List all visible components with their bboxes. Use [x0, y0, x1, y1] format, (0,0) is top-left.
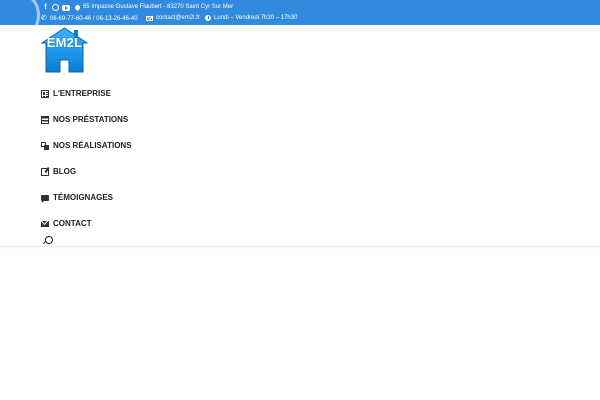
decorative-circle — [0, 0, 40, 40]
clock-icon — [205, 15, 211, 21]
edit-icon — [41, 167, 49, 176]
nav-item-temoignages[interactable]: TÉMOIGNAGES — [41, 193, 114, 203]
whatsapp-icon[interactable] — [52, 4, 59, 11]
phone-text[interactable]: 06-69-77-60-46 / 06-13-26-46-40 — [50, 16, 138, 22]
nav-label: TÉMOIGNAGES — [53, 193, 114, 202]
location-pin-icon — [73, 3, 82, 11]
site-logo[interactable]: EM2L — [40, 27, 89, 73]
nav-item-realisations[interactable]: NOS RÉALISATIONS — [41, 141, 132, 150]
house-logo-icon — [40, 27, 89, 73]
nav-label: NOS PRÉSTATIONS — [53, 115, 129, 124]
phone-info[interactable]: ✆ 06-69-77-60-46 / 06-13-26-46-40 — [41, 15, 138, 22]
nav-label: CONTACT — [53, 219, 92, 228]
search-icon[interactable] — [45, 236, 53, 244]
social-links: f — [42, 4, 70, 11]
email-text[interactable]: contact@em2l.fr — [156, 15, 200, 21]
comment-icon — [41, 194, 49, 203]
logo-text: EM2L — [46, 35, 83, 50]
hours-info: Lundi – Vendredi 7h30 – 17h30 — [205, 15, 297, 21]
header-divider — [0, 246, 600, 247]
mail-icon — [146, 15, 153, 21]
email-info[interactable]: contact@em2l.fr — [146, 15, 200, 21]
address-info: 65 Impasse Gustave Flaubert - 83270 Sain… — [73, 3, 234, 11]
page: f 65 Impasse Gustave Flaubert - 83270 Sa… — [0, 0, 600, 400]
images-icon — [41, 141, 49, 150]
nav-item-entreprise[interactable]: L'ENTREPRISE — [41, 89, 111, 98]
nav-label: L'ENTREPRISE — [53, 89, 111, 98]
nav-item-prestations[interactable]: NOS PRÉSTATIONS — [41, 115, 128, 124]
list-icon — [41, 115, 49, 124]
nav-label: BLOG — [53, 167, 77, 176]
nav-item-blog[interactable]: BLOG — [41, 167, 76, 176]
nav-item-contact[interactable]: CONTACT — [41, 219, 92, 228]
facebook-icon[interactable]: f — [42, 4, 49, 11]
youtube-icon[interactable] — [62, 4, 70, 11]
phone-icon: ✆ — [41, 15, 47, 22]
building-icon — [41, 89, 49, 98]
address-text: 65 Impasse Gustave Flaubert - 83270 Sain… — [83, 4, 234, 10]
hours-text: Lundi – Vendredi 7h30 – 17h30 — [214, 15, 298, 21]
envelope-icon — [41, 220, 49, 227]
top-info-bar: f 65 Impasse Gustave Flaubert - 83270 Sa… — [0, 0, 600, 40]
nav-label: NOS RÉALISATIONS — [53, 141, 132, 150]
